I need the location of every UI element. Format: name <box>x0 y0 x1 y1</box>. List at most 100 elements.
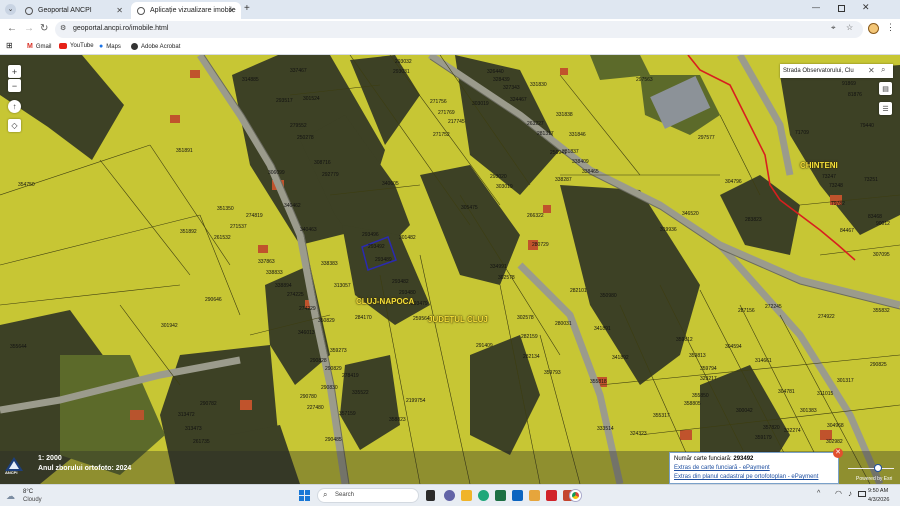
search-icon: ⌕ <box>323 490 328 499</box>
close-tab-icon[interactable]: ✕ <box>116 6 123 15</box>
parcel-info-popup: Număr carte funciară: 293492 Extras de c… <box>669 452 839 484</box>
battery-icon[interactable] <box>858 491 866 497</box>
excel-icon[interactable] <box>495 490 506 501</box>
compass-north-button[interactable]: ↑ <box>8 100 21 113</box>
parcel-number-label: 79782 <box>831 201 845 207</box>
parcel-number-label: 324467 <box>510 97 527 103</box>
basemap-layers-button[interactable]: ▤ <box>879 82 892 95</box>
parcel-number-label: 338465 <box>582 169 599 175</box>
clock-time[interactable]: 9:50 AM <box>868 488 888 494</box>
start-button[interactable] <box>299 490 310 501</box>
tab-geoportal[interactable]: Geoportal ANCPI ✕ <box>19 2 129 19</box>
legend-list-button[interactable]: ☰ <box>879 102 892 115</box>
parcel-number-label: 73247 <box>822 174 836 180</box>
globe-icon <box>137 6 145 15</box>
folder-icon[interactable] <box>529 490 540 501</box>
parcel-number-label: 291409 <box>476 343 493 349</box>
parcel-number-label: 73251 <box>864 177 878 183</box>
scale-slider-handle[interactable] <box>874 464 882 472</box>
tab-list-chevron-icon[interactable]: ⌄ <box>5 4 16 15</box>
parcel-number-label: 355644 <box>10 344 27 350</box>
parcel-number-label: 271537 <box>230 224 247 230</box>
minimize-icon[interactable]: — <box>812 3 820 12</box>
locate-button[interactable]: ◇ <box>8 119 21 132</box>
task-view-icon[interactable] <box>426 490 435 501</box>
close-tab-icon[interactable]: ✕ <box>228 6 235 15</box>
parcel-number-label: 227480 <box>307 405 324 411</box>
bookmark-star-icon[interactable]: ☆ <box>846 23 853 32</box>
adobe-acrobat-icon <box>131 43 138 50</box>
apps-grid-icon[interactable]: ⊞ <box>6 41 13 50</box>
clear-search-icon[interactable]: ✕ <box>868 66 875 75</box>
parcel-number-label: 340462 <box>284 203 301 209</box>
site-info-icon[interactable]: ⚙ <box>60 24 66 32</box>
close-popup-icon[interactable]: ✕ <box>833 448 843 458</box>
parcel-number-label: 329217 <box>700 376 717 382</box>
parcel-number-label: 341891 <box>594 326 611 332</box>
scale-slider[interactable] <box>848 468 894 469</box>
reload-icon[interactable]: ↻ <box>40 23 48 34</box>
place-label-cluj-napoca: CLUJ-NAPOCA <box>356 297 415 306</box>
parcel-number-label: 281317 <box>537 131 554 137</box>
tray-chevron-icon[interactable]: ^ <box>817 490 820 497</box>
parcel-number-label: 297563 <box>636 77 653 83</box>
location-icon[interactable]: ⌖ <box>831 23 836 33</box>
extras-plan-link[interactable]: Extras din planul cadastral pe ortofotop… <box>674 473 834 482</box>
profile-icon[interactable] <box>868 23 879 34</box>
zoom-in-button[interactable]: + <box>8 65 21 78</box>
search-icon[interactable]: ⌕ <box>881 65 885 75</box>
menu-icon[interactable]: ⋮ <box>886 22 895 33</box>
gmail-icon: M <box>27 43 33 50</box>
bookmark-youtube[interactable]: YouTube <box>59 43 94 49</box>
address-bar[interactable]: ⚙ geoportal.ancpi.ro/imobile.html ⌖ ☆ <box>55 21 863 38</box>
forward-icon[interactable]: → <box>24 23 34 34</box>
back-icon[interactable]: ← <box>7 23 17 34</box>
bookmark-maps[interactable]: ● Maps <box>99 43 121 50</box>
parcel-number-label: 359812 <box>676 337 693 343</box>
wifi-icon[interactable]: ◠ <box>835 489 842 498</box>
search-input[interactable]: Strada Observatorului, Clu <box>783 68 854 74</box>
restore-icon[interactable] <box>838 5 845 12</box>
chrome-icon[interactable] <box>570 490 581 501</box>
bookmark-label: Adobe Acrobat <box>141 43 181 50</box>
teams-icon[interactable] <box>444 490 455 501</box>
parcel-number-label: 346013 <box>298 330 315 336</box>
parcel-number-label: 337863 <box>258 259 275 265</box>
taskbar-search-box[interactable]: ⌕ Search <box>317 488 419 503</box>
parcel-number-label: 280729 <box>532 242 549 248</box>
volume-icon[interactable]: ♪ <box>848 489 852 498</box>
browser-tab-strip: ⌄ Geoportal ANCPI ✕ Aplicație vizualizar… <box>0 0 900 19</box>
parcel-number-label: 279552 <box>290 123 307 129</box>
parcel-number-label: 2199754 <box>406 398 426 404</box>
clock-date[interactable]: 4/3/2026 <box>868 497 889 503</box>
parcel-number-label: 256941 <box>550 150 567 156</box>
tab-aplicatie[interactable]: Aplicație vizualizare imobile ✕ <box>131 2 241 19</box>
ancpi-logo: ANCPI <box>5 457 23 475</box>
acrobat-icon[interactable] <box>546 490 557 501</box>
bookmark-gmail[interactable]: M Gmail <box>27 43 52 50</box>
outlook-icon[interactable] <box>512 490 523 501</box>
parcel-number-label: 293480 <box>399 290 416 296</box>
bookmark-adobe[interactable]: Adobe Acrobat <box>131 43 180 50</box>
address-search-box[interactable]: Strada Observatorului, Clu ✕ ⌕ <box>780 64 893 78</box>
parcel-number-label: 90012 <box>876 221 890 227</box>
tab-label: Aplicație vizualizare imobile <box>150 7 236 14</box>
parcel-number-label: 282159 <box>521 334 538 340</box>
edge-icon[interactable] <box>478 490 489 501</box>
parcel-number-label: 300042 <box>736 408 753 414</box>
parcel-number-label: 81876 <box>848 92 862 98</box>
zoom-out-button[interactable]: − <box>8 79 21 92</box>
parcel-number-label: 274225 <box>287 292 304 298</box>
parcel-number-label: 350829 <box>318 318 335 324</box>
parcel-number-label: 274922 <box>818 314 835 320</box>
extras-carte-link[interactable]: Extras de carte funciară - ePayment <box>674 464 834 473</box>
file-explorer-icon[interactable] <box>461 490 472 501</box>
url-text: geoportal.ancpi.ro/imobile.html <box>73 25 169 32</box>
parcel-number-label: 287156 <box>738 308 755 314</box>
browser-toolbar: ← → ↻ ⚙ geoportal.ancpi.ro/imobile.html … <box>0 19 900 40</box>
parcel-number-label: 351891 <box>176 148 193 154</box>
new-tab-button[interactable]: + <box>244 3 250 14</box>
cadastral-map[interactable]: 293032 293031 326440 328439 327343 324467 3318… <box>0 55 900 484</box>
parcel-number-label: 290485 <box>325 437 342 443</box>
close-window-icon[interactable]: ✕ <box>862 2 870 13</box>
